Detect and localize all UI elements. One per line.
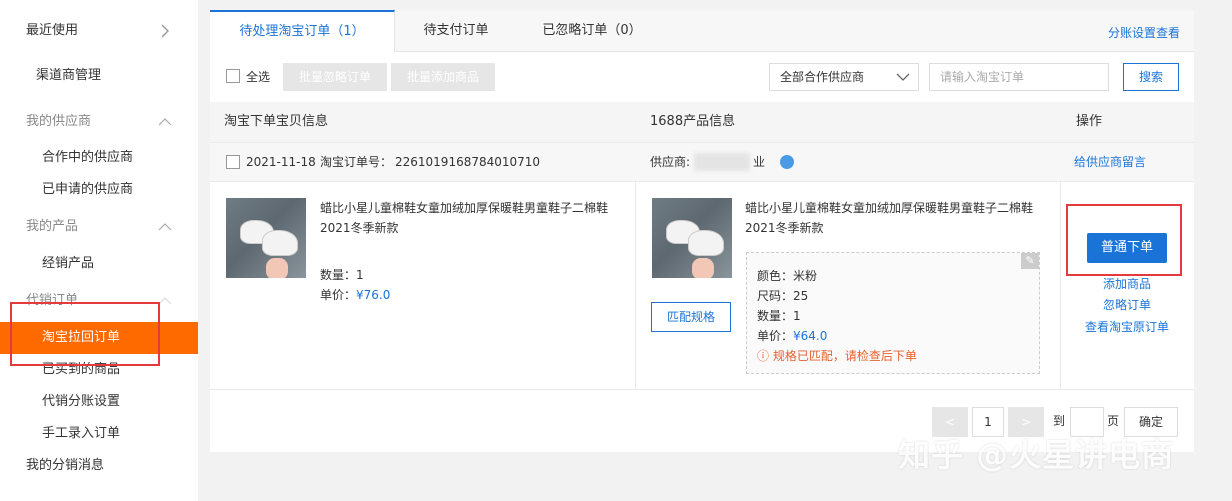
sidebar-item-label: 手工录入订单 <box>42 426 121 441</box>
table-header: 淘宝下单宝贝信息 1688产品信息 操作 <box>210 102 1194 142</box>
toolbar: 全选 批量忽略订单 批量添加商品 全部合作供应商 请输入淘宝订单 搜索 <box>210 53 1194 101</box>
size-label: 尺码： <box>757 289 794 303</box>
sidebar-item-label: 最近使用 <box>26 23 79 38</box>
price-label: 单价： <box>757 329 794 343</box>
sidebar-item-distribution-msgs[interactable]: 我的分销消息 <box>0 450 198 482</box>
taobao-product-title[interactable]: 蜡比小星儿童棉鞋女童加绒加厚保暖鞋男童鞋子二棉鞋2021冬季新款 <box>320 198 625 238</box>
sidebar-item-label: 已申请的供应商 <box>42 182 134 197</box>
edit-icon[interactable]: ✎ <box>1021 253 1039 269</box>
warning-icon: ⓘ <box>757 349 770 363</box>
sidebar-item-consign-split-settings[interactable]: 代销分账设置 <box>0 386 198 418</box>
search-button[interactable]: 搜索 <box>1123 63 1179 91</box>
size-value: 25 <box>793 289 809 303</box>
chevron-up-icon <box>158 223 172 231</box>
supplier-label: 供应商: <box>650 155 691 169</box>
order-detail-row: 蜡比小星儿童棉鞋女童加绒加厚保暖鞋男童鞋子二棉鞋2021冬季新款 数量：1 单价… <box>210 182 1194 390</box>
tab-unpaid-orders[interactable]: 待支付订单 <box>395 10 517 52</box>
taobao-price: 单价：¥76.0 <box>320 286 390 303</box>
batch-ignore-button[interactable]: 批量忽略订单 <box>283 63 387 91</box>
taobao-product-image <box>226 198 306 278</box>
select-all-label: 全选 <box>246 70 271 84</box>
batch-add-button[interactable]: 批量添加商品 <box>391 63 495 91</box>
order-no: 2261019168784010710 <box>395 155 541 169</box>
color-label: 颜色： <box>757 269 794 283</box>
sidebar-group-suppliers[interactable]: 我的供应商 <box>0 106 198 138</box>
order-tabs: 待处理淘宝订单（1） 待支付订单 已忽略订单（0） 分账设置查看 <box>210 10 1194 52</box>
taobao-qty: 数量：1 <box>320 266 364 283</box>
supplier-name-blurred <box>694 153 750 171</box>
select-all-checkbox[interactable] <box>226 69 240 83</box>
col-1688-info: 1688产品信息 <box>650 114 736 129</box>
product-1688-title[interactable]: 蜡比小星儿童棉鞋女童加绒加厚保暖鞋男童鞋子二棉鞋2021冬季新款 <box>745 198 1045 238</box>
chevron-down-icon <box>896 73 910 81</box>
column-divider <box>1060 182 1061 390</box>
sidebar-group-label: 我的供应商 <box>26 114 92 129</box>
supplier-select-value: 全部合作供应商 <box>780 70 865 84</box>
spec-size: 尺码：25 <box>757 287 808 304</box>
sidebar-item-channel[interactable]: 渠道商管理 <box>0 60 198 92</box>
spec-notice: ⓘ 规格已匹配，请检查后下单 <box>757 347 917 364</box>
sidebar-item-label: 代销分账设置 <box>42 394 121 409</box>
sidebar-item-label: 渠道商管理 <box>36 68 102 83</box>
chevron-right-icon <box>161 24 169 38</box>
sidebar-item-label: 合作中的供应商 <box>42 150 134 165</box>
qty-value: 1 <box>356 268 364 282</box>
column-divider <box>635 182 636 390</box>
color-value: 米粉 <box>793 269 818 283</box>
spec-price: 单价：¥64.0 <box>757 327 827 344</box>
spec-qty: 数量：1 <box>757 307 801 324</box>
order-no-label: 淘宝订单号： <box>320 155 393 169</box>
supplier-chat-icon[interactable] <box>780 155 794 169</box>
sidebar-item-label: 经销产品 <box>42 256 95 271</box>
sidebar: 最近使用 渠道商管理 我的供应商 合作中的供应商 已申请的供应商 我的产品 经销… <box>0 0 198 501</box>
qty-value: 1 <box>793 309 801 323</box>
shoe-shape <box>688 230 724 256</box>
sidebar-item-cooperating-suppliers[interactable]: 合作中的供应商 <box>0 142 198 174</box>
price-value: ¥64.0 <box>793 329 828 343</box>
match-spec-button[interactable]: 匹配规格 <box>651 302 731 332</box>
hand-shape <box>266 258 288 278</box>
split-settings-link[interactable]: 分账设置查看 <box>1108 24 1180 41</box>
supplier-name-suffix: 业 <box>753 155 766 169</box>
shoe-shape <box>262 230 298 256</box>
qty-label: 数量： <box>320 268 357 282</box>
price-label: 单价： <box>320 288 357 302</box>
supplier-select[interactable]: 全部合作供应商 <box>769 63 919 91</box>
view-taobao-order-link[interactable]: 查看淘宝原订单 <box>1070 318 1184 335</box>
ignore-order-link[interactable]: 忽略订单 <box>1070 296 1184 313</box>
product-1688-image <box>652 198 732 278</box>
sidebar-item-applied-suppliers[interactable]: 已申请的供应商 <box>0 174 198 206</box>
sidebar-item-recent[interactable]: 最近使用 <box>0 15 198 47</box>
watermark: 知乎 @火星讲电商 <box>898 436 1175 474</box>
spec-color: 颜色：米粉 <box>757 267 817 284</box>
sidebar-item-distribution-products[interactable]: 经销产品 <box>0 248 198 280</box>
highlight-box-nav <box>10 302 160 366</box>
tab-pending-orders[interactable]: 待处理淘宝订单（1） <box>210 10 395 52</box>
qty-label: 数量： <box>757 309 794 323</box>
order-date: 2021-11-18 <box>246 155 316 169</box>
spec-box: ✎ 颜色：米粉 尺码：25 数量：1 单价：¥64.0 ⓘ 规格已匹配，请检查后… <box>746 252 1040 374</box>
order-checkbox[interactable] <box>226 155 240 169</box>
order-header-row: 2021-11-18 淘宝订单号： 2261019168784010710 供应… <box>210 142 1194 182</box>
col-operations: 操作 <box>1076 114 1103 129</box>
highlight-box-order <box>1066 204 1182 276</box>
sidebar-group-products[interactable]: 我的产品 <box>0 211 198 243</box>
sidebar-item-manual-entry[interactable]: 手工录入订单 <box>0 418 198 450</box>
sidebar-item-label: 我的分销消息 <box>26 458 105 473</box>
taobao-order-search-input[interactable]: 请输入淘宝订单 <box>929 63 1109 91</box>
notice-text: 规格已匹配，请检查后下单 <box>772 349 917 363</box>
chevron-up-icon <box>158 118 172 126</box>
hand-shape <box>692 258 714 278</box>
price-value: ¥76.0 <box>356 288 391 302</box>
chevron-up-icon <box>158 297 172 305</box>
sidebar-group-label: 我的产品 <box>26 219 79 234</box>
tab-ignored-orders[interactable]: 已忽略订单（0） <box>517 10 667 52</box>
message-supplier-link[interactable]: 给供应商留言 <box>1074 143 1146 181</box>
col-taobao-info: 淘宝下单宝贝信息 <box>224 114 329 129</box>
add-product-link[interactable]: 添加商品 <box>1070 275 1184 292</box>
